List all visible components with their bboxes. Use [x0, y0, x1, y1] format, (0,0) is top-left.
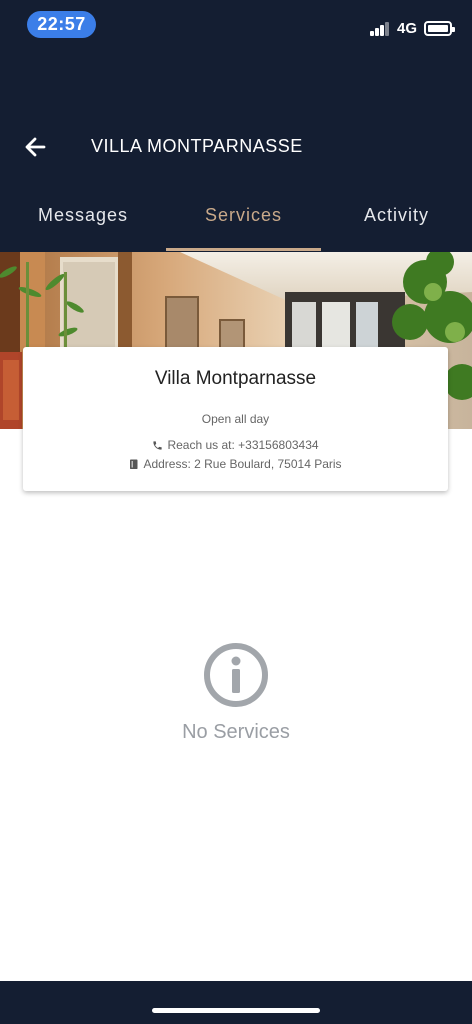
page-title: VILLA MONTPARNASSE	[91, 136, 303, 156]
app-header: 22:57 4G VILLA MONTPARNASSE Messages Ser…	[0, 0, 472, 252]
opening-hours: Open all day	[201, 412, 270, 426]
status-bar: 22:57 4G	[0, 0, 472, 50]
info-circle-icon	[203, 642, 269, 708]
phone-icon	[153, 441, 163, 450]
book-icon	[130, 459, 138, 470]
arrow-left-icon	[25, 137, 46, 157]
battery-icon	[424, 21, 455, 36]
bottom-bar	[0, 981, 472, 1024]
back-button[interactable]	[20, 132, 52, 162]
empty-state-text: No Services	[182, 721, 290, 743]
hotel-address-row[interactable]: Address: 2 Rue Boulard, 75014 Paris	[23, 457, 448, 471]
hotel-phone-row[interactable]: Reach us at: +33156803434	[23, 438, 448, 452]
status-time: 22:57	[27, 11, 96, 38]
hotel-address: Address: 2 Rue Boulard, 75014 Paris	[143, 457, 342, 471]
tab-activity[interactable]: Activity	[321, 190, 472, 252]
signal-icon	[370, 22, 390, 36]
hotel-info-card: Villa Montparnasse Open all day Reach us…	[23, 347, 448, 491]
hotel-name: Villa Montparnasse	[154, 368, 317, 389]
hotel-phone: Reach us at: +33156803434	[167, 438, 319, 452]
tab-bar: Messages Services Activity	[0, 190, 472, 252]
tab-services[interactable]: Services	[166, 190, 321, 252]
network-type: 4G	[397, 20, 418, 37]
active-tab-indicator	[166, 248, 321, 251]
tab-messages[interactable]: Messages	[0, 190, 166, 252]
home-indicator[interactable]	[152, 1008, 320, 1013]
